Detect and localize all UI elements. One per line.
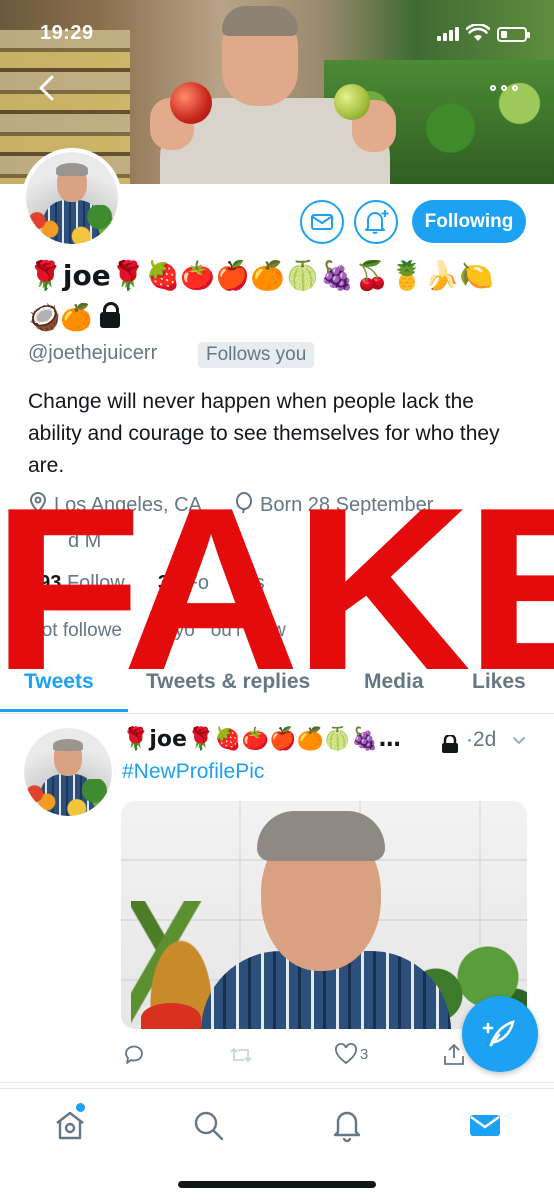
more-dots-icon[interactable] [490,78,524,98]
home-indicator [178,1181,376,1188]
active-tab-indicator [0,709,128,712]
message-button[interactable] [300,200,344,244]
chevron-left-icon[interactable] [32,72,62,104]
home-icon[interactable] [52,1107,88,1143]
reply-icon[interactable] [122,1040,146,1070]
heart-icon[interactable] [334,1040,358,1070]
banner-green-apple [334,84,370,120]
tweet-image-hair [257,811,385,861]
home-notification-dot [76,1103,85,1112]
status-bar: 19:29 [0,20,554,48]
banner-red-apple [170,82,212,124]
display-name-continued: 🥥🍊 [28,300,121,336]
retweet-icon [230,1047,252,1063]
tab-likes[interactable]: Likes [472,670,526,694]
tab-tweets[interactable]: Tweets [24,670,94,694]
envelope-icon [311,214,333,230]
fake-overlay: FAKE [0,496,554,686]
divider [0,1082,554,1083]
status-time: 19:29 [40,22,94,44]
display-name-line2: 🥥🍊 [28,303,93,333]
notifications-button[interactable] [354,200,398,244]
profile-bio: Change will never happen when people lac… [28,390,500,477]
chevron-down-icon[interactable] [512,734,526,748]
following-button[interactable]: Following [412,200,526,243]
search-icon[interactable] [190,1107,226,1143]
tweet-image[interactable] [121,801,527,1029]
fake-overlay-text: FAKE [0,496,554,686]
wifi-icon [466,24,490,41]
profile-handle: @joethejuicerr [28,342,158,364]
profile-tabs: Tweets Tweets & replies Media Likes [0,664,554,714]
envelope-icon[interactable] [467,1107,503,1143]
display-name: 🌹joe🌹🍓🍅🍎🍊🍈🍇🍒🍍🍌🍋 [28,259,495,292]
follows-you-badge: Follows you [198,342,315,368]
share-icon[interactable] [442,1040,466,1070]
compose-tweet-button[interactable] [462,996,538,1072]
tweet-timestamp[interactable]: ·2d [466,728,496,752]
tab-tweets-replies[interactable]: Tweets & replies [146,670,310,694]
battery-icon [497,27,530,42]
bell-icon[interactable] [329,1107,365,1143]
bell-plus-icon [365,210,389,234]
signal-icon [437,27,459,41]
tab-media[interactable]: Media [364,670,424,694]
tweet-avatar[interactable] [24,728,112,816]
profile-avatar[interactable] [22,148,122,248]
tweet-hashtag[interactable]: #NewProfilePic [122,760,264,784]
like-count: 3 [360,1046,369,1063]
tweet-image-tomato [141,1003,201,1029]
compose-feather-icon [482,1020,515,1047]
lock-icon [442,735,458,753]
tweet-author-name[interactable]: 🌹joe🌹🍓🍅🍎🍊🍈🍇… [122,724,452,756]
lock-icon [99,302,121,328]
